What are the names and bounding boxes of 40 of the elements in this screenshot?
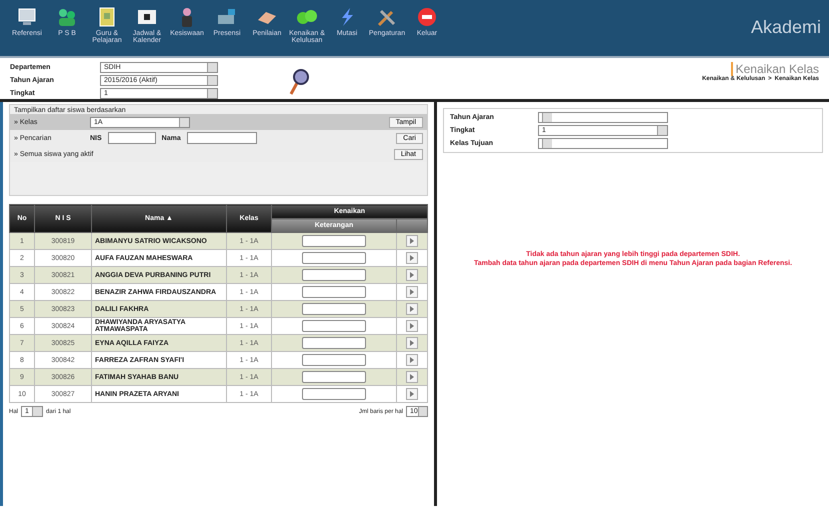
select-field[interactable] — [538, 138, 668, 149]
power-icon — [416, 6, 438, 28]
text-input[interactable] — [302, 269, 366, 281]
arrow-icon — [409, 272, 415, 278]
text-input[interactable] — [186, 132, 257, 144]
arrow-button[interactable] — [406, 320, 418, 332]
text-input[interactable] — [302, 354, 366, 366]
page-title: Kenaikan Kelas — [730, 62, 819, 76]
arrow-button[interactable] — [406, 252, 418, 264]
arrow-icon — [409, 289, 415, 295]
arrow-icon — [409, 323, 415, 329]
arrow-button[interactable] — [406, 354, 418, 366]
arrow-icon — [409, 306, 415, 312]
monitor-icon — [16, 6, 38, 28]
text-input[interactable] — [302, 371, 366, 383]
arrow-icon — [409, 357, 415, 363]
text-input[interactable] — [302, 286, 366, 298]
text-input[interactable] — [302, 320, 366, 332]
people-icon — [56, 6, 78, 28]
arrow-icon — [409, 255, 415, 261]
arrow-button[interactable] — [406, 388, 418, 400]
search-icon[interactable] — [288, 68, 310, 96]
text-input[interactable] — [302, 252, 366, 264]
text-input[interactable] — [302, 337, 366, 349]
text-input[interactable] — [302, 388, 366, 400]
arrow-icon — [409, 238, 415, 244]
arrow-icon — [409, 340, 415, 346]
arrow-button[interactable] — [406, 337, 418, 349]
arrow-button[interactable] — [406, 303, 418, 315]
arrow-button[interactable] — [406, 371, 418, 383]
select-field[interactable] — [538, 112, 668, 123]
text-input[interactable] — [108, 132, 156, 144]
arrow-icon — [409, 374, 415, 380]
text-input[interactable] — [302, 303, 366, 315]
arrow-button[interactable] — [406, 286, 418, 298]
text-input[interactable] — [302, 235, 366, 247]
arrow-button[interactable] — [406, 269, 418, 281]
arrow-button[interactable] — [406, 235, 418, 247]
arrow-icon — [409, 391, 415, 397]
logo: Akademi — [750, 16, 821, 38]
